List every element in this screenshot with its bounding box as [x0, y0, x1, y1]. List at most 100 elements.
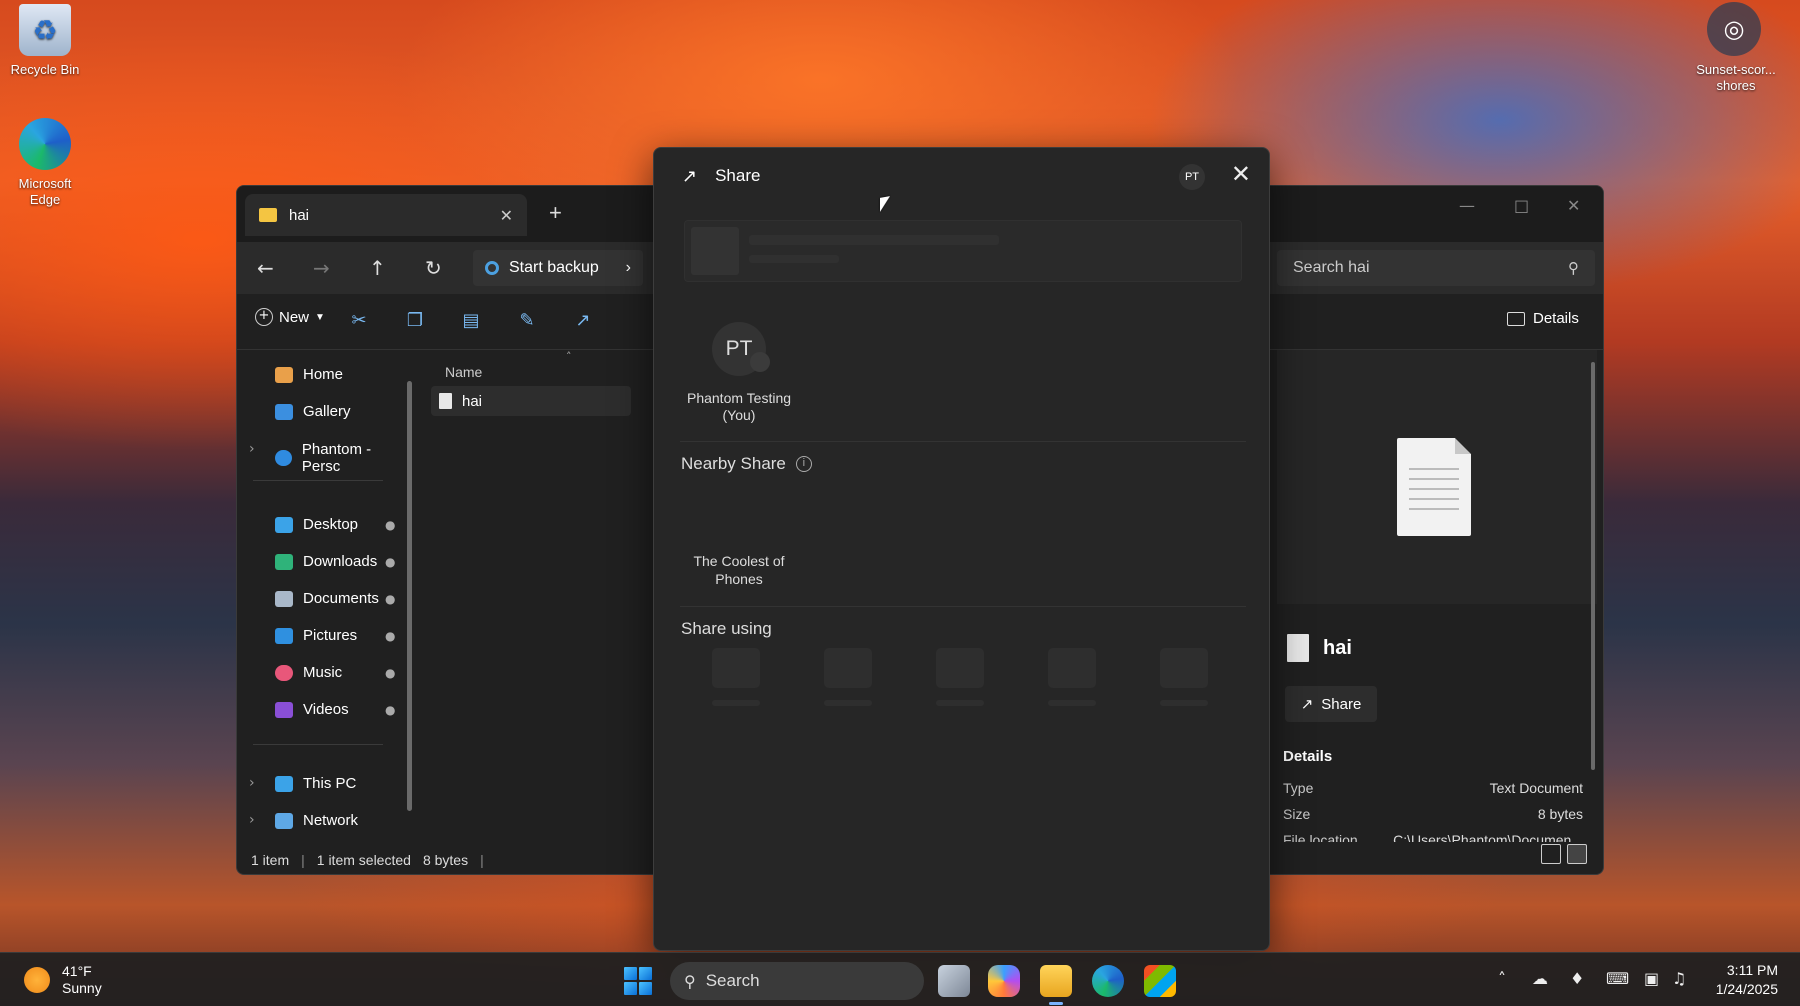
details-label: Details	[1533, 310, 1579, 327]
weather-temp: 41°F	[62, 963, 92, 979]
backup-label: Start backup	[509, 259, 599, 276]
copilot-icon[interactable]	[988, 965, 1020, 997]
recycle-bin-shortcut[interactable]: Recycle Bin	[0, 4, 90, 77]
search-icon: ⚲	[1568, 259, 1579, 277]
file-thumbnail-placeholder	[691, 227, 739, 275]
nav-home-label: Home	[303, 366, 344, 383]
edge-shortcut[interactable]: Microsoft Edge	[0, 118, 90, 208]
clock[interactable]: 3:11 PM 1/24/2025	[1716, 961, 1778, 999]
forward-icon[interactable]: →	[313, 256, 330, 280]
close-window-icon[interactable]: ✕	[1567, 196, 1580, 215]
nav-documents[interactable]: Documents ●	[275, 590, 395, 607]
account-avatar[interactable]: PT	[1179, 164, 1205, 190]
nav-gallery[interactable]: Gallery	[275, 403, 351, 420]
details-scrollbar[interactable]	[1591, 362, 1595, 770]
avatar-status-dot	[750, 352, 770, 372]
network-icon	[275, 812, 293, 829]
skeleton-line	[749, 235, 999, 245]
status-divider: |	[301, 852, 305, 868]
network-icon[interactable]: ▣	[1644, 969, 1659, 988]
nav-scrollbar[interactable]	[407, 381, 412, 811]
pin-icon: ●	[385, 628, 396, 643]
nav-onedrive[interactable]: Phantom - Persc	[275, 441, 407, 475]
taskbar-search-label: Search	[705, 971, 760, 990]
info-icon[interactable]: i	[795, 456, 812, 472]
expand-network-icon[interactable]: ›	[249, 812, 255, 828]
copy-icon[interactable]: ❐	[405, 310, 425, 331]
security-icon[interactable]: ♦	[1570, 969, 1584, 988]
paste-icon[interactable]: ▤	[461, 310, 481, 331]
navigation-pane: Home Gallery › Phantom - Persc Desktop ●…	[237, 350, 407, 874]
back-icon[interactable]: ←	[257, 256, 274, 280]
nearby-device[interactable]: The Coolest of Phones	[684, 552, 794, 588]
chevron-right-icon: ›	[625, 259, 631, 276]
nav-gallery-label: Gallery	[303, 403, 351, 420]
file-explorer-taskbar-icon[interactable]	[1040, 965, 1072, 1005]
chevron-up-icon[interactable]: ˄	[1498, 969, 1506, 988]
nav-pictures[interactable]: Pictures ●	[275, 627, 395, 644]
store-icon[interactable]	[1144, 965, 1176, 997]
nav-home[interactable]: Home	[275, 366, 343, 383]
edge-taskbar-icon[interactable]	[1092, 965, 1124, 997]
new-label: New	[279, 308, 310, 326]
details-button[interactable]: Details	[1507, 310, 1579, 327]
start-button[interactable]	[624, 967, 652, 995]
minimize-icon[interactable]: —	[1459, 196, 1475, 215]
nav-videos-label: Videos	[303, 701, 349, 718]
share-icon: ↗	[682, 165, 698, 187]
weather-widget[interactable]: 41°F Sunny	[24, 963, 102, 997]
nav-network-label: Network	[303, 812, 359, 829]
volume-icon[interactable]: ♫	[1672, 969, 1686, 988]
taskbar-search[interactable]: ⚲ Search	[670, 962, 924, 1000]
new-button[interactable]: + New ▼	[255, 308, 325, 326]
tab-hai[interactable]: hai ✕	[245, 194, 527, 236]
documents-icon	[275, 590, 293, 607]
new-tab-button[interactable]: +	[549, 200, 562, 226]
contact-self[interactable]: PT Phantom Testing (You)	[684, 322, 794, 424]
onedrive-cloud-icon	[275, 450, 292, 466]
expand-this-pc-icon[interactable]: ›	[249, 775, 255, 791]
details-view-icon[interactable]	[1541, 844, 1561, 864]
details-file-title: hai	[1287, 634, 1352, 662]
close-icon[interactable]: ✕	[1231, 160, 1251, 188]
details-row-type: Type Text Document	[1283, 780, 1583, 796]
details-file-name: hai	[1323, 636, 1352, 659]
expand-onedrive-icon[interactable]: ›	[249, 441, 255, 457]
nav-pictures-label: Pictures	[303, 627, 358, 644]
location-pin-icon[interactable]: ◎	[1707, 2, 1761, 56]
text-file-icon	[1287, 634, 1309, 662]
search-input[interactable]: Search hai ⚲	[1277, 250, 1595, 286]
nav-music[interactable]: Music ●	[275, 664, 395, 681]
nav-network[interactable]: Network	[275, 812, 358, 829]
tab-close-icon[interactable]: ✕	[500, 206, 513, 225]
details-share-button[interactable]: ↗ Share	[1285, 686, 1377, 722]
column-header-name[interactable]: Name	[445, 364, 482, 380]
pictures-icon	[275, 627, 293, 644]
nav-downloads[interactable]: Downloads ●	[275, 553, 395, 570]
app-placeholder	[936, 648, 984, 706]
onedrive-icon[interactable]: ☁	[1532, 969, 1548, 988]
maximize-icon[interactable]: □	[1514, 196, 1529, 215]
nav-videos[interactable]: Videos ●	[275, 701, 395, 718]
details-share-label: Share	[1321, 695, 1362, 713]
details-pane-icon	[1507, 311, 1525, 326]
nav-downloads-label: Downloads	[303, 553, 378, 570]
keyboard-icon[interactable]: ⌨	[1606, 969, 1629, 988]
up-icon[interactable]: ↑	[369, 256, 386, 280]
start-backup-button[interactable]: Start backup ›	[473, 250, 643, 286]
downloads-icon	[275, 553, 293, 570]
tiles-view-icon[interactable]	[1567, 844, 1587, 864]
nav-desktop[interactable]: Desktop ●	[275, 516, 395, 533]
spotlight-label: Sunset-scor... shores	[1696, 62, 1776, 93]
file-row[interactable]: hai	[431, 386, 631, 416]
rename-icon[interactable]: ✎	[517, 310, 537, 331]
tab-title: hai	[289, 206, 310, 224]
nav-this-pc[interactable]: This PC	[275, 775, 356, 792]
task-view-icon[interactable]	[938, 965, 970, 997]
share-icon[interactable]: ↗	[573, 310, 593, 331]
backup-cloud-icon	[485, 261, 499, 275]
details-row-location: File location C:\Users\Phantom\Documen..…	[1283, 832, 1583, 842]
refresh-icon[interactable]: ↻	[425, 256, 442, 280]
share-using-heading: Share using	[681, 619, 772, 639]
cut-icon[interactable]: ✂	[349, 310, 369, 331]
